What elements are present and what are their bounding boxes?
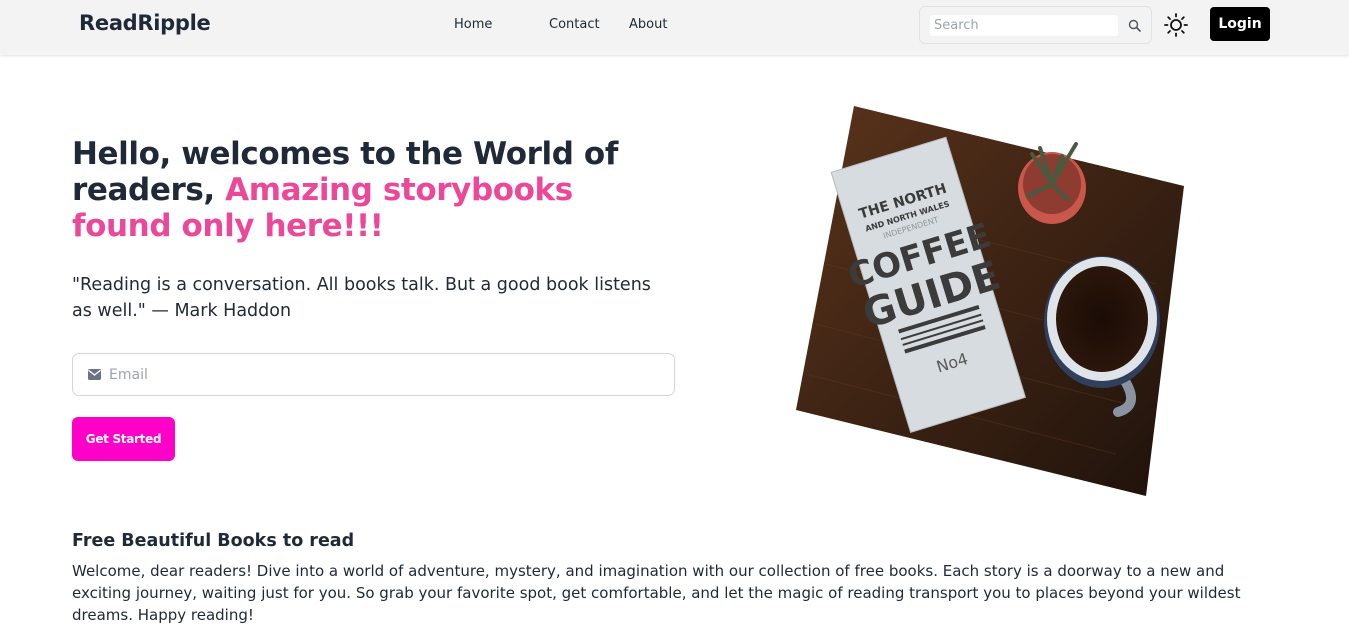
- nav-link-home[interactable]: Home: [454, 17, 492, 32]
- search-input[interactable]: [930, 15, 1118, 36]
- nav-link-contact[interactable]: Contact: [549, 17, 600, 32]
- email-field: [72, 353, 675, 396]
- brand-logo[interactable]: ReadRipple: [79, 11, 211, 35]
- email-input[interactable]: [109, 362, 659, 388]
- search-box: [919, 6, 1152, 44]
- hero-title: Hello, welcomes to the World of readers,…: [72, 136, 672, 244]
- section-text: Welcome, dear readers! Dive into a world…: [72, 562, 1241, 624]
- navbar: ReadRipple Home Contact About Login: [0, 0, 1349, 55]
- search-icon[interactable]: [1127, 18, 1143, 34]
- section-title: Free Beautiful Books to read: [72, 531, 355, 551]
- hero-image: THE NORTH AND NORTH WALES INDEPENDENT CO…: [796, 106, 1184, 496]
- envelope-icon: [88, 369, 101, 380]
- login-button[interactable]: Login: [1210, 7, 1270, 41]
- get-started-button[interactable]: Get Started: [72, 417, 175, 461]
- nav-link-about[interactable]: About: [629, 17, 667, 32]
- hero-quote: "Reading is a conversation. All books ta…: [72, 275, 651, 321]
- sun-icon[interactable]: [1163, 12, 1189, 38]
